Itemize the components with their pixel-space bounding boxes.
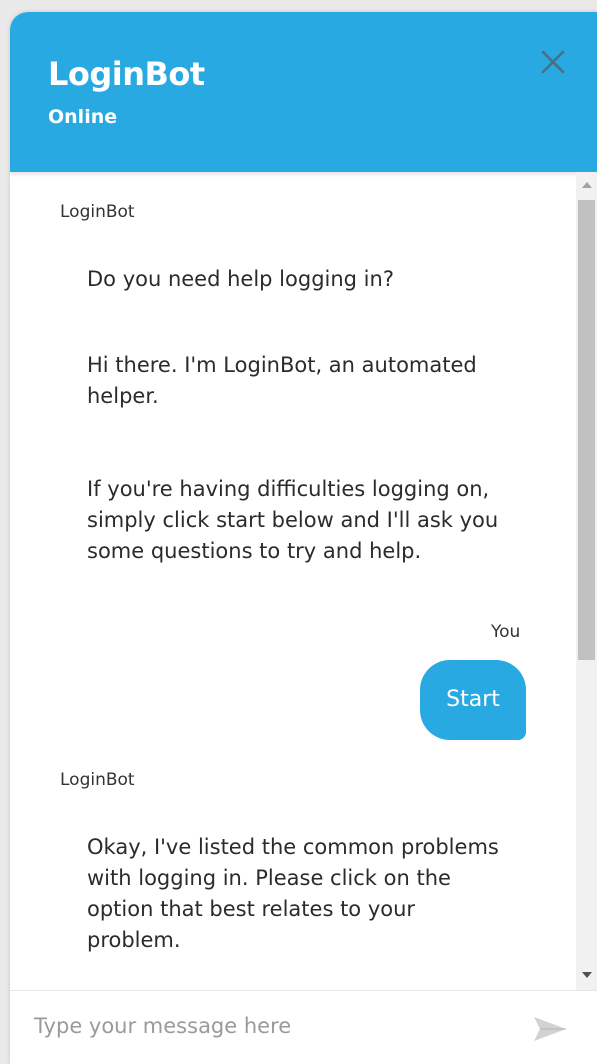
message-list[interactable]: LoginBot Do you need help logging in? Hi… <box>10 172 576 990</box>
chat-widget: LoginBot Online LoginBot Do you need hel… <box>10 12 597 1064</box>
user-message-bubble: Start <box>420 660 526 740</box>
scroll-thumb[interactable] <box>578 200 595 660</box>
bot-message-text: Okay, I've listed the common problems wi… <box>87 835 499 952</box>
close-icon <box>541 50 565 74</box>
message-sender: LoginBot <box>60 202 135 222</box>
message-input[interactable] <box>32 1005 516 1047</box>
message-sender: LoginBot <box>60 770 135 790</box>
send-icon <box>534 1017 566 1041</box>
bot-status: Online <box>48 106 118 128</box>
chat-header: LoginBot Online <box>10 12 597 172</box>
bot-message-text: Do you need help logging in? <box>87 267 394 291</box>
message-sender: You <box>491 622 521 642</box>
send-button[interactable] <box>530 1013 570 1045</box>
message-scrollbar[interactable] <box>576 172 597 990</box>
bot-message-text: If you're having difficulties logging on… <box>87 477 499 563</box>
scroll-up-arrow[interactable] <box>582 182 592 188</box>
bot-title: LoginBot <box>48 55 205 93</box>
bot-message-text: Hi there. I'm LoginBot, an automated hel… <box>87 353 477 408</box>
close-button[interactable] <box>537 46 569 78</box>
scroll-down-arrow[interactable] <box>582 972 592 978</box>
composer <box>10 990 597 1064</box>
